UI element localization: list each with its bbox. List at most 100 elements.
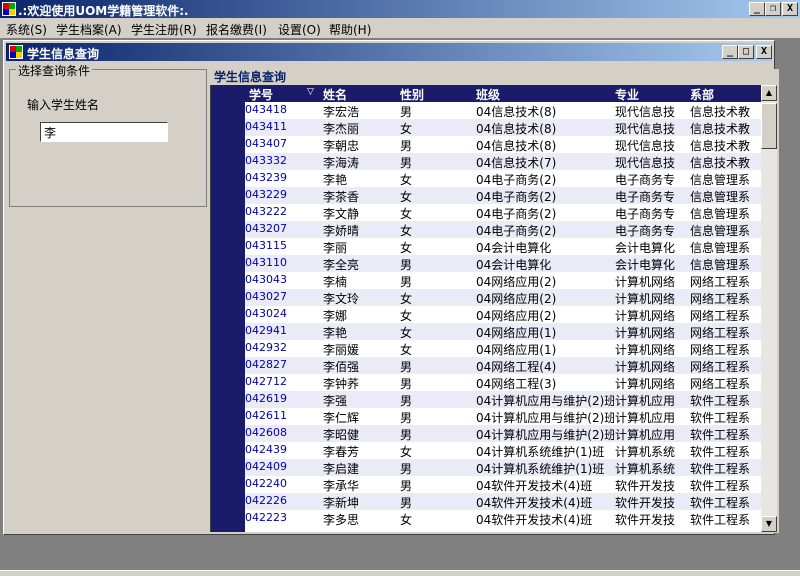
cell-student-id[interactable]: 043027	[245, 290, 319, 303]
table-row[interactable]: 043024 李娜女 04网络应用(2) 计算机网络 网络工程系	[245, 306, 761, 323]
cell-student-id[interactable]: 043411	[245, 120, 319, 133]
column-header-id[interactable]: 学号	[249, 86, 273, 103]
cell-gender[interactable]: 女	[400, 324, 472, 341]
cell-department[interactable]: 软件工程系	[690, 392, 761, 409]
cell-gender[interactable]: 男	[400, 409, 472, 426]
cell-class[interactable]: 04计算机应用与维护(2)班	[476, 426, 614, 443]
cell-name[interactable]: 李丽媛	[323, 341, 397, 358]
cell-student-id[interactable]: 042226	[245, 494, 319, 507]
cell-major[interactable]: 现代信息技	[615, 154, 689, 171]
cell-name[interactable]: 李钟荞	[323, 375, 397, 392]
scroll-up-icon[interactable]: ▲	[761, 85, 777, 101]
table-row[interactable]: 043043 李楠男 04网络应用(2) 计算机网络 网络工程系	[245, 272, 761, 289]
table-row[interactable]: 042240 李承华男 04软件开发技术(4)班 软件开发技 软件工程系	[245, 476, 761, 493]
cell-name[interactable]: 李文静	[323, 205, 397, 222]
cell-class[interactable]: 04信息技术(8)	[476, 120, 614, 137]
cell-department[interactable]: 软件工程系	[690, 409, 761, 426]
student-name-input[interactable]	[40, 122, 168, 142]
cell-student-id[interactable]: 042611	[245, 409, 319, 422]
cell-department[interactable]: 软件工程系	[690, 494, 761, 511]
table-row[interactable]: 043115 李丽女 04会计电算化 会计电算化 信息管理系	[245, 238, 761, 255]
cell-student-id[interactable]: 043332	[245, 154, 319, 167]
cell-gender[interactable]: 男	[400, 154, 472, 171]
cell-department[interactable]: 软件工程系	[690, 443, 761, 460]
cell-student-id[interactable]: 042409	[245, 460, 319, 473]
cell-class[interactable]: 04信息技术(8)	[476, 103, 614, 120]
cell-name[interactable]: 李海涛	[323, 154, 397, 171]
cell-class[interactable]: 04信息技术(7)	[476, 154, 614, 171]
cell-class[interactable]: 04信息技术(8)	[476, 137, 614, 154]
cell-major[interactable]: 现代信息技	[615, 137, 689, 154]
cell-department[interactable]: 信息技术教	[690, 103, 761, 120]
cell-gender[interactable]: 女	[400, 511, 472, 528]
cell-student-id[interactable]: 042932	[245, 341, 319, 354]
table-row[interactable]: 042932 李丽媛女 04网络应用(1) 计算机网络 网络工程系	[245, 340, 761, 357]
cell-major[interactable]: 计算机网络	[615, 358, 689, 375]
table-row[interactable]: 042712 李钟荞男 04网络工程(3) 计算机网络 网络工程系	[245, 374, 761, 391]
cell-major[interactable]: 计算机应用	[615, 426, 689, 443]
cell-department[interactable]: 网络工程系	[690, 273, 761, 290]
cell-student-id[interactable]: 043110	[245, 256, 319, 269]
table-row[interactable]: 042223 李多思女 04软件开发技术(4)班 软件开发技 软件工程系	[245, 510, 761, 527]
cell-department[interactable]: 信息管理系	[690, 222, 761, 239]
cell-student-id[interactable]: 043239	[245, 171, 319, 184]
table-row[interactable]: 042226 李新坤男 04软件开发技术(4)班 软件开发技 软件工程系	[245, 493, 761, 510]
cell-department[interactable]: 网络工程系	[690, 307, 761, 324]
cell-gender[interactable]: 女	[400, 239, 472, 256]
cell-major[interactable]: 电子商务专	[615, 188, 689, 205]
cell-class[interactable]: 04网络应用(1)	[476, 341, 614, 358]
cell-name[interactable]: 李娜	[323, 307, 397, 324]
cell-gender[interactable]: 男	[400, 460, 472, 477]
cell-name[interactable]: 李全亮	[323, 256, 397, 273]
cell-gender[interactable]: 男	[400, 375, 472, 392]
cell-class[interactable]: 04网络工程(3)	[476, 375, 614, 392]
cell-major[interactable]: 软件开发技	[615, 511, 689, 528]
cell-major[interactable]: 电子商务专	[615, 171, 689, 188]
cell-class[interactable]: 04计算机系统维护(1)班	[476, 443, 614, 460]
menu-enroll-payment[interactable]: 报名缴费(I)	[206, 21, 267, 38]
row-header-column[interactable]	[211, 85, 245, 532]
table-row[interactable]: 042409 李启建男 04计算机系统维护(1)班 计算机系统 软件工程系	[245, 459, 761, 476]
cell-class[interactable]: 04计算机系统维护(1)班	[476, 460, 614, 477]
cell-student-id[interactable]: 042619	[245, 392, 319, 405]
cell-student-id[interactable]: 043043	[245, 273, 319, 286]
cell-class[interactable]: 04网络应用(2)	[476, 290, 614, 307]
cell-class[interactable]: 04会计电算化	[476, 256, 614, 273]
cell-department[interactable]: 软件工程系	[690, 426, 761, 443]
cell-gender[interactable]: 男	[400, 494, 472, 511]
table-row[interactable]: 043229 李茶香女 04电子商务(2) 电子商务专 信息管理系	[245, 187, 761, 204]
cell-student-id[interactable]: 043024	[245, 307, 319, 320]
cell-department[interactable]: 信息技术教	[690, 137, 761, 154]
cell-class[interactable]: 04软件开发技术(4)班	[476, 494, 614, 511]
cell-major[interactable]: 软件开发技	[615, 494, 689, 511]
table-row[interactable]: 043332 李海涛男 04信息技术(7) 现代信息技 信息技术教	[245, 153, 761, 170]
cell-student-id[interactable]: 043407	[245, 137, 319, 150]
cell-name[interactable]: 李茶香	[323, 188, 397, 205]
cell-gender[interactable]: 女	[400, 205, 472, 222]
cell-student-id[interactable]: 043115	[245, 239, 319, 252]
cell-student-id[interactable]: 043229	[245, 188, 319, 201]
cell-gender[interactable]: 女	[400, 290, 472, 307]
child-minimize-button[interactable]: _	[722, 45, 738, 59]
cell-major[interactable]: 计算机网络	[615, 307, 689, 324]
cell-department[interactable]: 信息管理系	[690, 239, 761, 256]
table-row[interactable]: 043239 李艳女 04电子商务(2) 电子商务专 信息管理系	[245, 170, 761, 187]
cell-department[interactable]: 信息技术教	[690, 120, 761, 137]
cell-department[interactable]: 网络工程系	[690, 375, 761, 392]
child-maximize-button[interactable]: □	[738, 45, 754, 59]
table-row[interactable]: 042619 李强男 04计算机应用与维护(2)班 计算机应用 软件工程系	[245, 391, 761, 408]
table-row[interactable]: 042439 李春芳女 04计算机系统维护(1)班 计算机系统 软件工程系	[245, 442, 761, 459]
cell-department[interactable]: 网络工程系	[690, 358, 761, 375]
cell-name[interactable]: 李启建	[323, 460, 397, 477]
column-header-class[interactable]: 班级	[476, 86, 500, 103]
cell-major[interactable]: 计算机网络	[615, 290, 689, 307]
cell-class[interactable]: 04网络应用(1)	[476, 324, 614, 341]
cell-student-id[interactable]: 042941	[245, 324, 319, 337]
cell-gender[interactable]: 女	[400, 307, 472, 324]
cell-department[interactable]: 网络工程系	[690, 341, 761, 358]
menu-help[interactable]: 帮助(H)	[329, 21, 371, 38]
cell-name[interactable]: 李朝忠	[323, 137, 397, 154]
cell-department[interactable]: 信息管理系	[690, 256, 761, 273]
cell-name[interactable]: 李佰强	[323, 358, 397, 375]
table-row[interactable]: 042827 李佰强男 04网络工程(4) 计算机网络 网络工程系	[245, 357, 761, 374]
